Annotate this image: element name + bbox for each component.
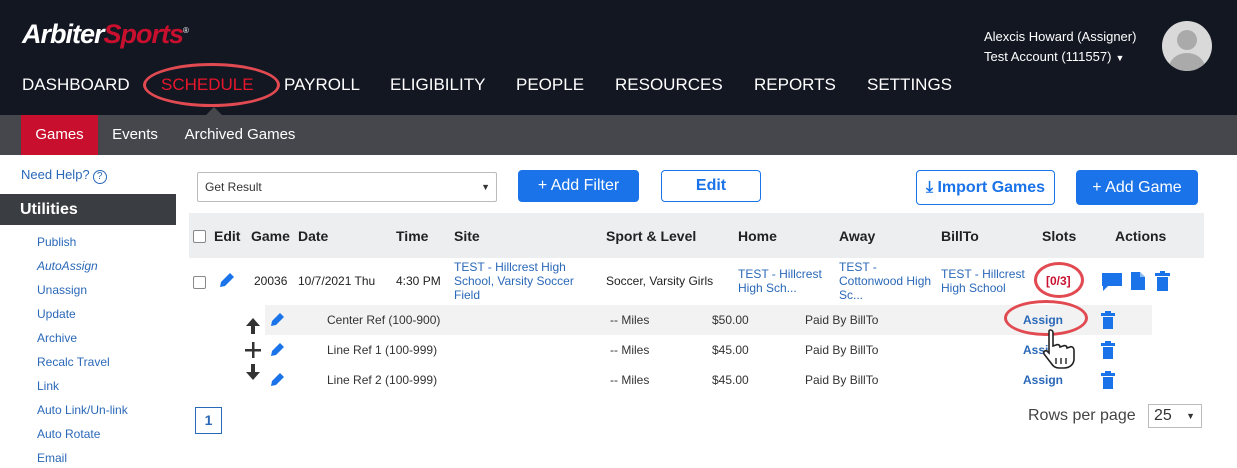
filter-select[interactable]: Get Result ▼ (197, 172, 497, 202)
hand-cursor-icon (1042, 329, 1075, 369)
select-all-checkbox[interactable] (193, 230, 206, 243)
game-home-link[interactable]: TEST - Hillcrest High Sch... (738, 267, 830, 295)
sidebar-item-autoassign[interactable]: AutoAssign (37, 259, 98, 273)
import-games-button[interactable]: ⤓ Import Games (916, 170, 1055, 205)
utilities-heading: Utilities (0, 194, 176, 225)
nav-payroll[interactable]: PAYROLL (284, 75, 360, 95)
game-date: 10/7/2021 Thu (298, 274, 376, 288)
sidebar-item-link[interactable]: Link (37, 379, 59, 393)
arbitersports-logo[interactable]: ArbiterSports® (22, 19, 189, 50)
nav-dashboard[interactable]: DASHBOARD (22, 75, 130, 95)
need-help-link[interactable]: Need Help?? (21, 167, 107, 184)
slot-paid-by: Paid By BillTo (805, 373, 879, 387)
document-icon[interactable] (1130, 271, 1146, 291)
plus-icon[interactable] (245, 341, 261, 359)
col-time[interactable]: Time (396, 228, 428, 244)
pencil-icon[interactable] (269, 371, 286, 388)
slot-fee: $45.00 (712, 343, 749, 357)
slot-fee: $50.00 (712, 313, 749, 327)
arrow-down-icon[interactable] (245, 363, 261, 381)
pencil-icon[interactable] (218, 271, 236, 289)
col-game[interactable]: Game (251, 228, 290, 244)
sidebar-item-auto-rotate[interactable]: Auto Rotate (37, 427, 100, 441)
slots-highlight-ring (1034, 262, 1084, 298)
slot-row: Line Ref 1 (100-999) -- Miles $45.00 Pai… (265, 335, 1152, 365)
dropdown-arrow-icon: ▼ (481, 182, 490, 192)
sub-navigation: Games Events Archived Games (0, 115, 1237, 155)
slot-paid-by: Paid By BillTo (805, 313, 879, 327)
game-row-checkbox[interactable] (193, 276, 206, 289)
game-time: 4:30 PM (396, 274, 441, 288)
slot-miles: -- Miles (610, 343, 650, 357)
assign-link[interactable]: Assign (1023, 373, 1063, 387)
game-sport-level: Soccer, Varsity Girls (606, 274, 714, 288)
user-account: Test Account (111557) (984, 49, 1112, 64)
nav-eligibility[interactable]: ELIGIBILITY (390, 75, 485, 95)
dropdown-arrow-icon: ▼ (1186, 411, 1195, 421)
slot-miles: -- Miles (610, 373, 650, 387)
sidebar-item-email[interactable]: Email (37, 451, 67, 465)
add-filter-button[interactable]: + Add Filter (518, 170, 639, 202)
col-billto[interactable]: BillTo (941, 228, 979, 244)
col-date[interactable]: Date (298, 228, 328, 244)
tab-archived-games[interactable]: Archived Games (178, 115, 302, 155)
col-edit: Edit (214, 228, 241, 244)
top-header: ArbiterSports® DASHBOARD SCHEDULE PAYROL… (0, 0, 1237, 116)
page-1-button[interactable]: 1 (195, 407, 222, 434)
col-actions: Actions (1115, 228, 1167, 244)
plus-icon: + (537, 177, 551, 194)
nav-people[interactable]: PEOPLE (516, 75, 584, 95)
sidebar-item-unassign[interactable]: Unassign (37, 283, 87, 297)
sidebar-item-recalc-travel[interactable]: Recalc Travel (37, 355, 110, 369)
col-away[interactable]: Away (839, 228, 875, 244)
sidebar-item-archive[interactable]: Archive (37, 331, 77, 345)
pencil-icon[interactable] (269, 341, 286, 358)
sidebar-item-update[interactable]: Update (37, 307, 76, 321)
slot-miles: -- Miles (610, 313, 650, 327)
slot-paid-by: Paid By BillTo (805, 343, 879, 357)
col-slots: Slots (1042, 228, 1077, 244)
tab-events[interactable]: Events (99, 115, 171, 155)
caret-down-icon: ▼ (1115, 53, 1125, 63)
nav-reports[interactable]: REPORTS (754, 75, 836, 95)
slot-position: Center Ref (100-900) (327, 313, 441, 327)
game-site-link[interactable]: TEST - Hillcrest High School, Varsity So… (454, 260, 589, 302)
game-id: 20036 (254, 274, 288, 288)
slot-row: Line Ref 2 (100-999) -- Miles $45.00 Pai… (265, 365, 1152, 395)
sidebar-item-publish[interactable]: Publish (37, 235, 76, 249)
sidebar-item-auto-link[interactable]: Auto Link/Un-link (37, 403, 128, 417)
add-game-button[interactable]: + Add Game (1076, 170, 1198, 205)
slot-fee: $45.00 (712, 373, 749, 387)
edit-filter-button[interactable]: Edit (661, 170, 761, 202)
download-icon: ⤓ (925, 179, 938, 196)
nav-settings[interactable]: SETTINGS (867, 75, 952, 95)
col-home[interactable]: Home (738, 228, 777, 244)
col-site[interactable]: Site (454, 228, 480, 244)
user-menu[interactable]: Alexcis Howard (Assigner) Test Account (… (984, 27, 1136, 68)
comment-icon[interactable] (1101, 272, 1123, 292)
trash-icon[interactable] (1101, 371, 1115, 389)
trash-icon[interactable] (1155, 271, 1170, 291)
game-billto-link[interactable]: TEST - Hillcrest High School (941, 267, 1033, 295)
slot-position: Line Ref 1 (100-999) (327, 343, 438, 357)
schedule-highlight-ring (143, 63, 280, 107)
trash-icon[interactable] (1101, 311, 1115, 329)
trash-icon[interactable] (1101, 341, 1115, 359)
arrow-up-icon[interactable] (245, 317, 261, 335)
help-icon: ? (92, 170, 107, 184)
nav-resources[interactable]: RESOURCES (615, 75, 723, 95)
avatar[interactable] (1162, 21, 1212, 71)
slot-position: Line Ref 2 (100-999) (327, 373, 438, 387)
game-away-link[interactable]: TEST - Cottonwood High Sc... (839, 260, 935, 302)
tab-games[interactable]: Games (21, 115, 98, 155)
col-sport-level[interactable]: Sport & Level (606, 228, 696, 244)
user-name: Alexcis Howard (Assigner) (984, 29, 1137, 44)
rows-per-page-select[interactable]: 25 ▼ (1148, 404, 1202, 428)
rows-per-page-label: Rows per page (1028, 407, 1136, 424)
plus-icon: + (1092, 179, 1106, 196)
pencil-icon[interactable] (269, 311, 286, 328)
